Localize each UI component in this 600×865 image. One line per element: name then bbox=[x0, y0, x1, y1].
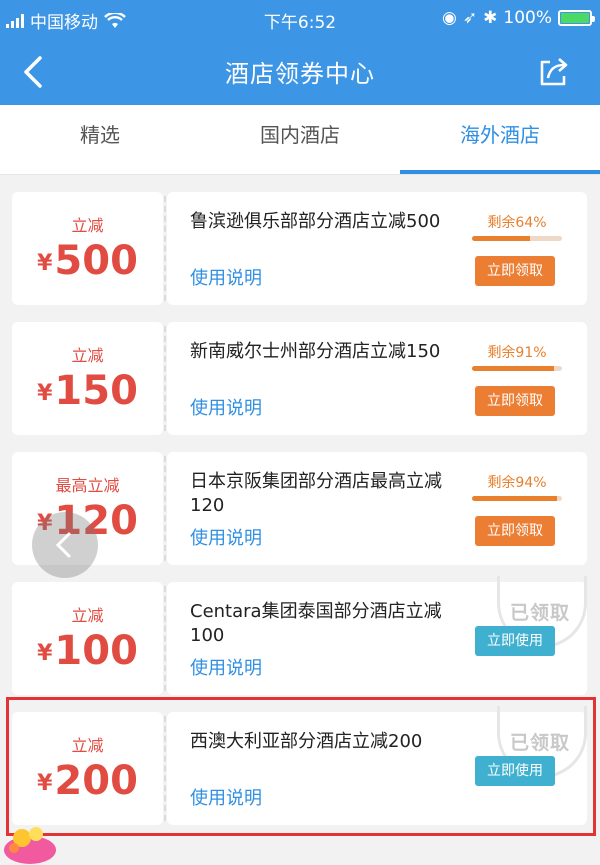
floating-back-button[interactable] bbox=[32, 512, 98, 578]
tab-domestic-hotels[interactable]: 国内酒店 bbox=[200, 105, 400, 174]
coupon-card: 立减 ¥200 西澳大利亚部分酒店立减200 使用说明 已领取 立即使用 bbox=[12, 706, 587, 825]
bluetooth-icon: ✱ bbox=[483, 8, 498, 28]
location-icon: ➶ bbox=[462, 8, 478, 28]
coupon-tag: 立减 bbox=[71, 216, 104, 235]
amount-value: 200 bbox=[54, 758, 138, 804]
battery-icon bbox=[558, 10, 595, 26]
coupon-value-panel: 立减 ¥100 bbox=[12, 582, 163, 695]
coupon-name: 鲁滨逊俱乐部部分酒店立减500 bbox=[190, 211, 441, 232]
coupon-card: 立减 ¥500 鲁滨逊俱乐部部分酒店立减500 使用说明 剩余64% 立即领取 bbox=[12, 192, 587, 305]
coupon-name: 新南威尔士州部分酒店立减150 bbox=[190, 341, 441, 362]
currency-symbol: ¥ bbox=[37, 381, 53, 406]
coupon-amount: ¥200 bbox=[12, 758, 163, 804]
usage-instructions-link[interactable]: 使用说明 bbox=[190, 524, 262, 550]
remaining-progress-fill bbox=[472, 366, 554, 371]
nav-bar: 酒店领券中心 bbox=[0, 38, 600, 105]
coupon-name: Centara集团泰国部分酒店立减100 bbox=[190, 601, 442, 646]
coupon-value-panel: 立减 ¥500 bbox=[12, 192, 163, 305]
dashed-divider bbox=[164, 586, 166, 691]
promo-mascot-icon[interactable] bbox=[0, 820, 70, 865]
coupon-info-panel: 西澳大利亚部分酒店立减200 使用说明 已领取 立即使用 bbox=[167, 706, 587, 825]
coupon-info-panel: 日本京阪集团部分酒店最高立减120 使用说明 剩余94% 立即领取 bbox=[167, 452, 587, 565]
coupon-value-panel: 立减 ¥200 bbox=[12, 712, 163, 825]
coupon-card: 立减 ¥150 新南威尔士州部分酒店立减150 使用说明 剩余91% 立即领取 bbox=[12, 322, 587, 435]
remaining-progress-fill bbox=[472, 236, 530, 241]
use-now-button[interactable]: 立即使用 bbox=[475, 626, 555, 656]
dashed-divider bbox=[164, 196, 166, 301]
remaining-progress bbox=[472, 366, 562, 371]
coupon-card: 最高立减 ¥120 日本京阪集团部分酒店最高立减120 使用说明 剩余94% 立… bbox=[12, 452, 587, 565]
share-icon[interactable] bbox=[534, 52, 574, 92]
dashed-divider bbox=[164, 456, 166, 561]
currency-symbol: ¥ bbox=[37, 641, 53, 666]
orientation-lock-icon: ◉ bbox=[442, 8, 457, 28]
battery-label: 100% bbox=[503, 8, 552, 28]
remaining-label: 剩余64% bbox=[487, 215, 547, 231]
coupon-amount: ¥150 bbox=[12, 368, 163, 414]
coupon-info-panel: 鲁滨逊俱乐部部分酒店立减500 使用说明 剩余64% 立即领取 bbox=[167, 192, 587, 305]
usage-instructions-link[interactable]: 使用说明 bbox=[190, 394, 262, 420]
use-now-button[interactable]: 立即使用 bbox=[475, 756, 555, 786]
coupon-name: 日本京阪集团部分酒店最高立减120 bbox=[190, 471, 442, 516]
claimed-stamp-label: 已领取 bbox=[510, 732, 571, 754]
claimed-stamp-label: 已领取 bbox=[510, 602, 571, 624]
dashed-divider bbox=[164, 716, 166, 821]
coupon-info-panel: Centara集团泰国部分酒店立减100 使用说明 已领取 立即使用 bbox=[167, 576, 587, 695]
coupon-value-panel: 立减 ¥150 bbox=[12, 322, 163, 435]
status-right: ◉ ➶ ✱ 100% bbox=[442, 8, 595, 28]
remaining-label: 剩余91% bbox=[487, 345, 547, 361]
amount-value: 100 bbox=[54, 628, 138, 674]
remaining-label: 剩余94% bbox=[487, 475, 547, 491]
currency-symbol: ¥ bbox=[37, 771, 53, 796]
usage-instructions-link[interactable]: 使用说明 bbox=[190, 264, 262, 290]
coupon-amount: ¥100 bbox=[12, 628, 163, 674]
status-bar: 中国移动 下午6:52 ◉ ➶ ✱ 100% bbox=[0, 0, 600, 38]
remaining-progress bbox=[472, 496, 562, 501]
currency-symbol: ¥ bbox=[37, 251, 53, 276]
coupon-tag: 立减 bbox=[71, 346, 104, 365]
coupon-tag: 立减 bbox=[71, 736, 104, 755]
dashed-divider bbox=[164, 326, 166, 431]
remaining-progress-fill bbox=[472, 496, 557, 501]
coupon-amount: ¥500 bbox=[12, 238, 163, 284]
coupon-name: 西澳大利亚部分酒店立减200 bbox=[190, 731, 423, 752]
page-title: 酒店领券中心 bbox=[225, 60, 375, 88]
usage-instructions-link[interactable]: 使用说明 bbox=[190, 654, 262, 680]
tab-featured[interactable]: 精选 bbox=[0, 105, 200, 174]
claim-button[interactable]: 立即领取 bbox=[475, 386, 555, 416]
amount-value: 150 bbox=[54, 368, 138, 414]
coupon-info-panel: 新南威尔士州部分酒店立减150 使用说明 剩余91% 立即领取 bbox=[167, 322, 587, 435]
coupon-tag: 最高立减 bbox=[55, 476, 120, 495]
coupon-card: 立减 ¥100 Centara集团泰国部分酒店立减100 使用说明 已领取 立即… bbox=[12, 576, 587, 695]
coupon-tag: 立减 bbox=[71, 606, 104, 625]
claim-button[interactable]: 立即领取 bbox=[475, 516, 555, 546]
amount-value: 500 bbox=[54, 238, 138, 284]
usage-instructions-link[interactable]: 使用说明 bbox=[190, 784, 262, 810]
tab-bar: 精选 国内酒店 海外酒店 bbox=[0, 105, 600, 175]
tab-overseas-hotels[interactable]: 海外酒店 bbox=[400, 105, 600, 174]
claim-button[interactable]: 立即领取 bbox=[475, 256, 555, 286]
remaining-progress bbox=[472, 236, 562, 241]
